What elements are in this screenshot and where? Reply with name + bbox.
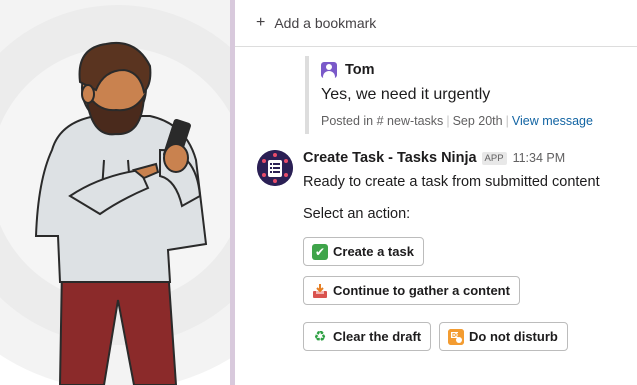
message-timestamp[interactable]: 11:34 PM xyxy=(513,151,566,165)
continue-gathering-button[interactable]: Continue to gather a content xyxy=(303,276,520,305)
app-avatar[interactable] xyxy=(257,150,293,186)
create-task-button[interactable]: ✔ Create a task xyxy=(303,237,424,266)
user-avatar-icon xyxy=(321,62,337,78)
add-bookmark-label: Add a bookmark xyxy=(274,15,377,31)
inbox-tray-icon xyxy=(312,282,328,299)
recycle-icon: ♻ xyxy=(312,328,328,345)
quoted-message-meta: Posted in # new-tasks | Sep 20th | View mess… xyxy=(321,114,593,128)
do-not-disturb-button[interactable]: DO Do not disturb xyxy=(439,322,568,351)
posted-in-label: Posted in xyxy=(321,114,374,128)
message-header: Create Task - Tasks Ninja APP 11:34 PM xyxy=(303,150,565,166)
inbox-tray-svg xyxy=(313,283,327,298)
quoted-message-text: Yes, we need it urgently xyxy=(321,86,491,103)
channel-view: + Add a bookmark Tom Yes, we need it urg… xyxy=(235,0,637,385)
add-bookmark-button[interactable]: + Add a bookmark xyxy=(235,0,637,47)
view-message-link[interactable]: View message xyxy=(512,114,593,128)
channel-link[interactable]: # new-tasks xyxy=(377,114,444,128)
message-text: Ready to create a task from submitted co… xyxy=(303,174,600,190)
do-not-disturb-label: Do not disturb xyxy=(469,329,558,344)
quoted-message: Tom Yes, we need it urgently Posted in #… xyxy=(305,56,637,134)
dnd-svg: DO xyxy=(448,328,464,345)
tasks-ninja-logo-icon xyxy=(257,150,293,186)
do-not-disturb-icon: DO xyxy=(448,328,464,345)
meta-separator: | xyxy=(446,114,450,128)
create-task-label: Create a task xyxy=(333,244,414,259)
plus-icon: + xyxy=(256,14,266,31)
app-badge: APP xyxy=(481,151,507,165)
quoted-author-name[interactable]: Tom xyxy=(345,62,375,78)
message-date-link[interactable]: Sep 20th xyxy=(453,114,503,128)
select-action-label: Select an action: xyxy=(303,206,411,222)
quoted-author: Tom xyxy=(321,62,375,78)
illustration-panel xyxy=(0,0,230,385)
clear-draft-button[interactable]: ♻ Clear the draft xyxy=(303,322,432,351)
meta-separator: | xyxy=(505,114,509,128)
continue-gathering-label: Continue to gather a content xyxy=(333,283,510,298)
clear-draft-label: Clear the draft xyxy=(333,329,422,344)
app-sender-name[interactable]: Create Task - Tasks Ninja xyxy=(303,150,477,166)
check-mark-icon: ✔ xyxy=(312,243,328,260)
person-with-phone-illustration xyxy=(0,0,230,385)
